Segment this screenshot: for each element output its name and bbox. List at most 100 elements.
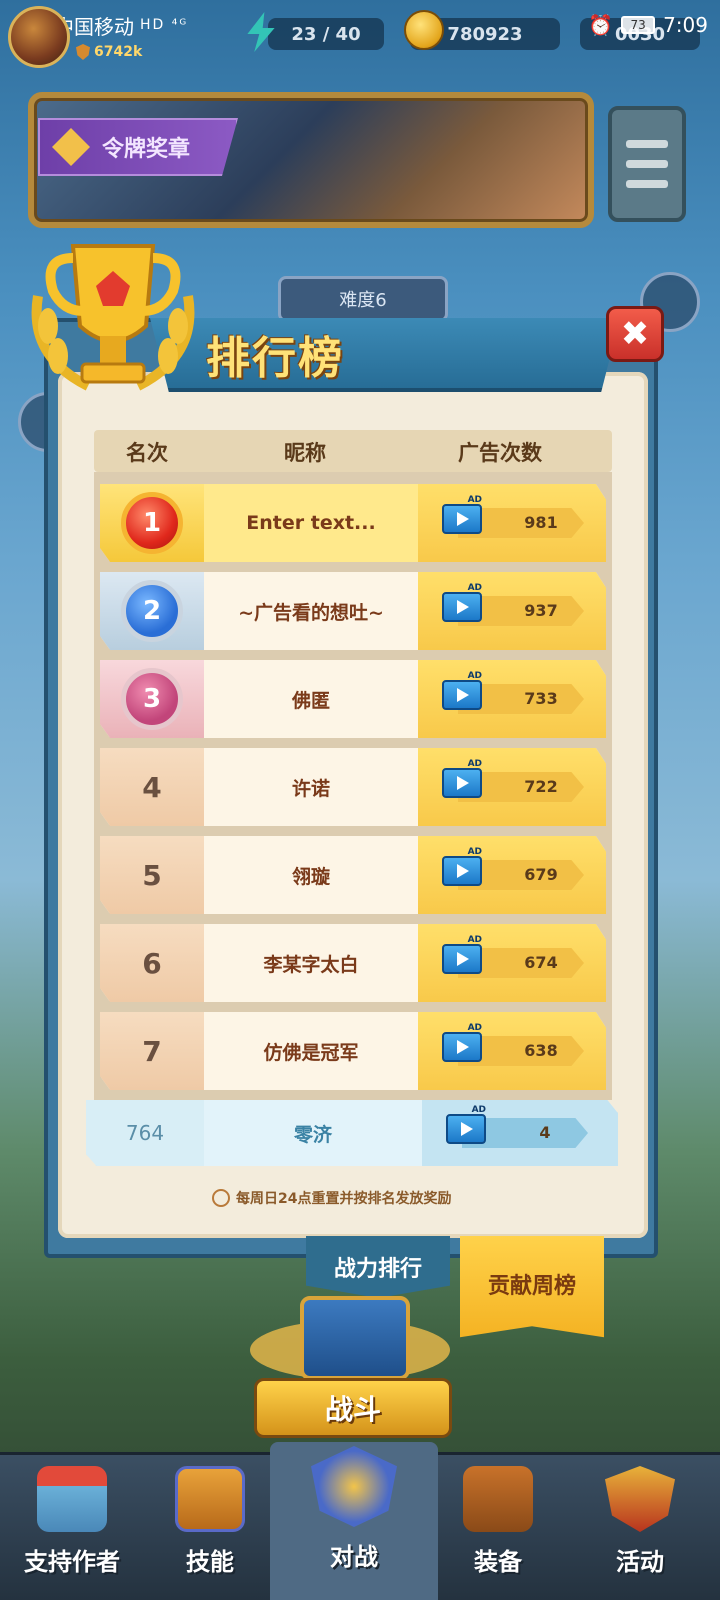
status-bar: 中国移动 HD ⁴ᴳ ⏰ 73 7:09 xyxy=(0,0,720,50)
ads-cell: 674 AD xyxy=(418,924,606,1002)
player-name: 许诺 xyxy=(204,748,418,826)
clock-icon xyxy=(212,1189,230,1207)
backpack-icon xyxy=(463,1466,533,1532)
table-row: 1 Enter text... 981 AD xyxy=(100,484,606,562)
nav-label: 技能 xyxy=(186,1548,234,1576)
trophy-icon xyxy=(31,244,195,391)
video-ad-icon: AD xyxy=(442,1023,482,1062)
crossed-swords-icon xyxy=(311,1446,397,1527)
reset-notice: 每周日24点重置并按排名发放奖励 xyxy=(212,1184,480,1212)
network-icons: HD ⁴ᴳ xyxy=(140,17,189,33)
ad-badge: AD xyxy=(467,759,482,769)
video-ad-icon: AD xyxy=(442,759,482,798)
rank-number: 6 xyxy=(100,924,204,1002)
ad-badge: AD xyxy=(467,671,482,681)
nav-activities[interactable]: 活动 xyxy=(570,1462,710,1592)
nav-equipment[interactable]: 装备 xyxy=(428,1462,568,1592)
table-row: 2 ~广告看的想吐~ 937 AD xyxy=(100,572,606,650)
ads-cell: 733 AD xyxy=(418,660,606,738)
table-row: 7 仿佛是冠军 638 AD xyxy=(100,1012,606,1090)
player-name: 仿佛是冠军 xyxy=(204,1012,418,1090)
player-avatar[interactable] xyxy=(8,6,70,68)
video-ad-icon: AD xyxy=(442,671,482,710)
ad-badge: AD xyxy=(467,847,482,857)
tab-weekly-contribution[interactable]: 贡献周榜 xyxy=(460,1236,604,1338)
video-ad-icon: AD xyxy=(442,935,482,974)
menu-button[interactable] xyxy=(608,106,686,222)
tab-power-ranking[interactable]: 战力排行 xyxy=(306,1236,450,1298)
combat-power-value: 6742k xyxy=(94,44,143,60)
menu-line-icon xyxy=(626,180,668,188)
nav-label: 对战 xyxy=(330,1543,378,1571)
silver-medal-icon: 2 xyxy=(121,580,183,642)
medal-tab-button[interactable]: 令牌奖章 xyxy=(38,118,238,176)
ad-badge: AD xyxy=(467,1023,482,1033)
video-ad-icon: AD xyxy=(442,583,482,622)
header-rank: 名次 xyxy=(126,441,168,465)
ad-count: 638 xyxy=(524,1041,558,1060)
ad-count: 674 xyxy=(524,953,558,972)
my-rank-row: 764 零济 4 AD xyxy=(86,1100,618,1166)
crown-icon xyxy=(52,128,90,166)
ads-cell: 638 AD xyxy=(418,1012,606,1090)
ad-count: 679 xyxy=(524,865,558,884)
my-ad-count: 4 xyxy=(539,1123,551,1142)
fight-button[interactable]: 战斗 xyxy=(254,1378,452,1438)
difficulty-label: 难度6 xyxy=(339,290,387,311)
rank-number: 4 xyxy=(100,748,204,826)
event-shield-icon xyxy=(605,1466,675,1532)
rank-cell: 1 xyxy=(100,484,204,562)
ad-badge: AD xyxy=(467,935,482,945)
nav-label: 装备 xyxy=(474,1548,522,1576)
player-name: ~广告看的想吐~ xyxy=(204,572,418,650)
medal-tab-label: 令牌奖章 xyxy=(102,137,191,162)
difficulty-selector[interactable]: 难度6 xyxy=(278,276,448,322)
ad-count: 733 xyxy=(524,689,558,708)
ad-badge: AD xyxy=(471,1105,486,1115)
video-ad-icon: AD xyxy=(442,495,482,534)
nav-label: 活动 xyxy=(616,1548,664,1576)
player-name: 李某字太白 xyxy=(204,924,418,1002)
video-ad-icon: AD xyxy=(442,847,482,886)
table-row: 3 佛匿 733 AD xyxy=(100,660,606,738)
shop-icon xyxy=(37,1466,107,1532)
nav-skills[interactable]: 技能 xyxy=(140,1462,280,1592)
clock-time: 7:09 xyxy=(663,13,708,37)
nav-support-author[interactable]: 支持作者 xyxy=(2,1462,142,1592)
header-name: 昵称 xyxy=(284,441,326,465)
rank-number: 7 xyxy=(100,1012,204,1090)
ad-badge: AD xyxy=(467,495,482,505)
battery-indicator: 73 xyxy=(621,16,656,34)
rank-number: 5 xyxy=(100,836,204,914)
ad-count: 981 xyxy=(524,513,558,532)
ranking-header: 名次 昵称 广告次数 xyxy=(94,430,612,472)
power-shield-icon xyxy=(76,44,90,60)
ads-cell: 679 AD xyxy=(418,836,606,914)
nav-battle[interactable]: 对战 xyxy=(284,1442,424,1572)
header-ads: 广告次数 xyxy=(458,441,542,465)
treasure-chest-icon[interactable] xyxy=(300,1296,410,1380)
close-button[interactable]: ✖ xyxy=(606,306,664,362)
alarm-icon: ⏰ xyxy=(588,13,614,37)
video-ad-icon: AD xyxy=(446,1105,486,1144)
table-row: 4 许诺 722 AD xyxy=(100,748,606,826)
rank-cell: 2 xyxy=(100,572,204,650)
ads-cell: 722 AD xyxy=(418,748,606,826)
menu-line-icon xyxy=(626,140,668,148)
combat-power: 6742k xyxy=(76,44,142,60)
reset-notice-text: 每周日24点重置并按排名发放奖励 xyxy=(236,1191,452,1207)
ads-cell: 937 AD xyxy=(418,572,606,650)
skill-card-icon xyxy=(175,1466,245,1532)
gold-medal-icon: 1 xyxy=(121,492,183,554)
nav-label: 支持作者 xyxy=(24,1548,120,1576)
bronze-medal-icon: 3 xyxy=(121,668,183,730)
ads-cell: 981 AD xyxy=(418,484,606,562)
rank-cell: 3 xyxy=(100,660,204,738)
menu-line-icon xyxy=(626,160,668,168)
my-rank-number: 764 xyxy=(86,1100,204,1166)
ranking-title: 排行榜 xyxy=(206,333,344,384)
table-row: 5 翎璇 679 AD xyxy=(100,836,606,914)
player-name: 翎璇 xyxy=(204,836,418,914)
ad-badge: AD xyxy=(467,583,482,593)
player-name: Enter text... xyxy=(204,484,418,562)
